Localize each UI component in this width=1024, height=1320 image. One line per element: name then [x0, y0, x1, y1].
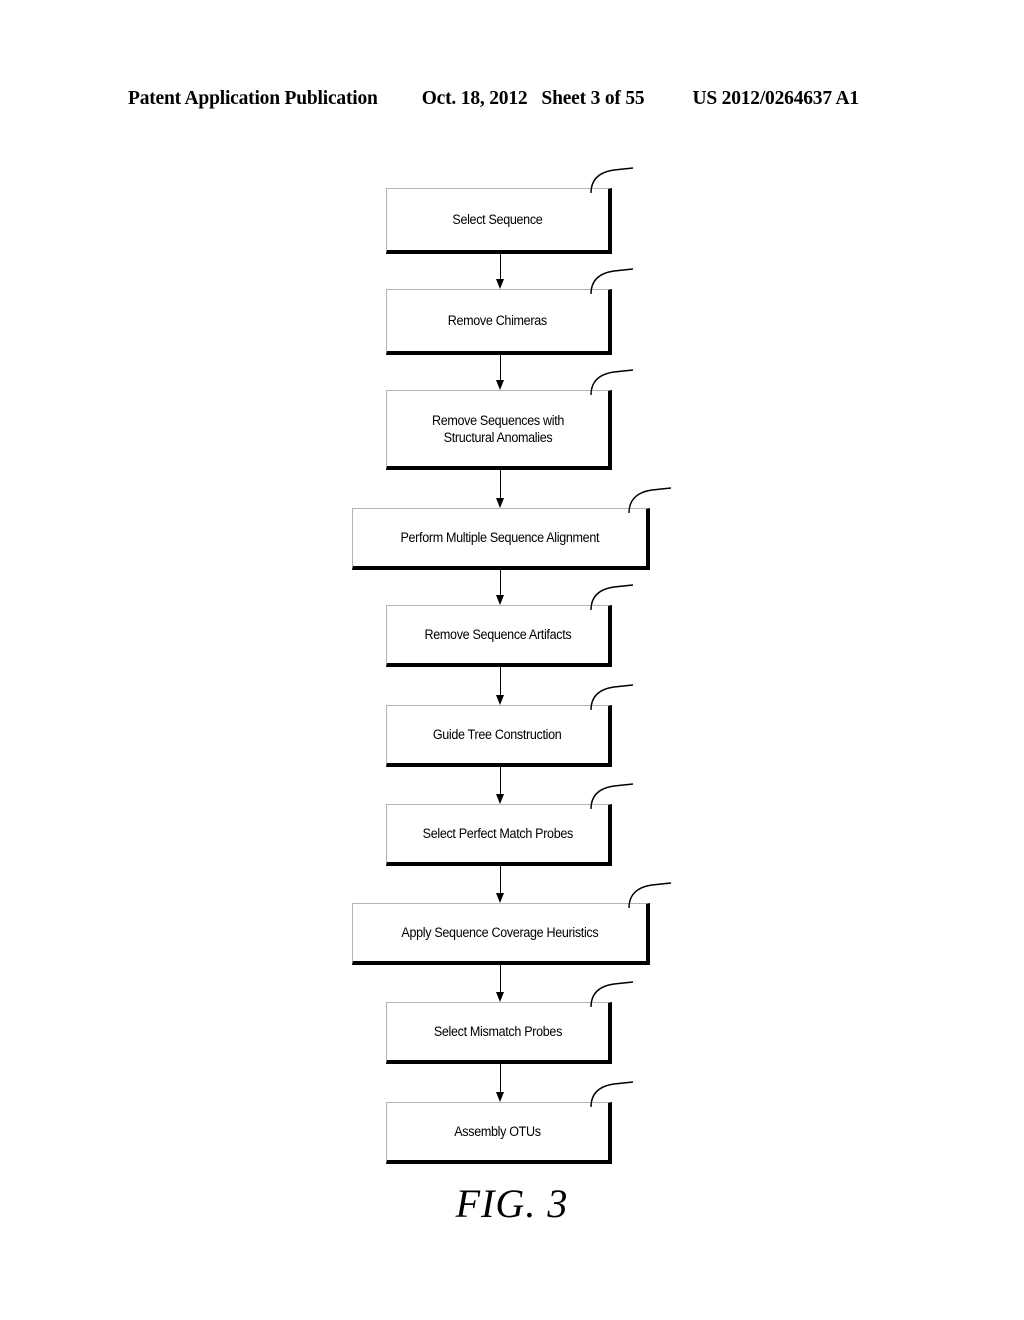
reference-leader-line-302 [590, 268, 634, 295]
flow-connector-301-to-302 [500, 254, 501, 280]
flow-node-label: Assembly OTUs [454, 1124, 541, 1139]
flow-node-302: Remove Chimeras [386, 289, 612, 355]
flow-connector-306-to-307 [500, 767, 501, 795]
reference-leader-line-306 [590, 684, 634, 711]
flow-connector-303-to-304 [500, 470, 501, 499]
figure-caption: FIG. 3 [455, 1181, 569, 1226]
flow-node-label: Select Sequence [452, 212, 543, 227]
reference-leader-line-308 [628, 882, 672, 909]
flow-node-label: Remove Chimeras [447, 313, 548, 328]
flow-arrowhead-304 [495, 498, 504, 508]
reference-leader-line-301 [590, 167, 634, 194]
flow-node-304: Perform Multiple Sequence Alignment [352, 508, 650, 570]
flow-arrowhead-310 [495, 1092, 504, 1102]
reference-leader-line-303 [590, 369, 634, 396]
flow-node-309: Select Mismatch Probes [386, 1002, 612, 1064]
flow-node-301: Select Sequence [386, 188, 612, 254]
flow-node-label: Apply Sequence Coverage Heuristics [401, 925, 598, 940]
flow-node-303: Remove Sequences with Structural Anomali… [386, 390, 612, 470]
flowchart-figure: Select Sequence Remove Chimeras Remove Seq… [0, 0, 1024, 1320]
reference-leader-line-309 [590, 981, 634, 1008]
flow-arrowhead-308 [495, 893, 504, 903]
flow-node-307: Select Perfect Match Probes [386, 804, 612, 866]
flow-node-label: Remove Sequences with Structural Anomali… [431, 412, 564, 445]
flow-connector-305-to-306 [500, 667, 501, 696]
reference-leader-line-304 [628, 487, 672, 514]
flow-connector-309-to-310 [500, 1064, 501, 1093]
flow-node-305: Remove Sequence Artifacts [386, 605, 612, 667]
flow-arrowhead-305 [495, 595, 504, 605]
flow-node-label: Guide Tree Construction [433, 727, 562, 742]
flow-node-label: Remove Sequence Artifacts [424, 627, 571, 642]
flow-arrowhead-306 [495, 695, 504, 705]
flow-node-label: Select Mismatch Probes [433, 1024, 562, 1039]
flow-connector-304-to-305 [500, 570, 501, 596]
reference-leader-line-307 [590, 783, 634, 810]
flow-arrowhead-303 [495, 380, 504, 390]
flow-node-306: Guide Tree Construction [386, 705, 612, 767]
reference-leader-line-305 [590, 584, 634, 611]
flow-node-308: Apply Sequence Coverage Heuristics [352, 903, 650, 965]
reference-leader-line-310 [590, 1081, 634, 1108]
flow-arrowhead-309 [495, 992, 504, 1002]
flow-connector-302-to-303 [500, 355, 501, 381]
flow-node-310: Assembly OTUs [386, 1102, 612, 1164]
flow-arrowhead-307 [495, 794, 504, 804]
flow-arrowhead-302 [495, 279, 504, 289]
flow-connector-307-to-308 [500, 866, 501, 894]
flow-connector-308-to-309 [500, 965, 501, 993]
flow-node-label: Select Perfect Match Probes [422, 826, 573, 841]
flow-node-label: Perform Multiple Sequence Alignment [400, 530, 599, 545]
